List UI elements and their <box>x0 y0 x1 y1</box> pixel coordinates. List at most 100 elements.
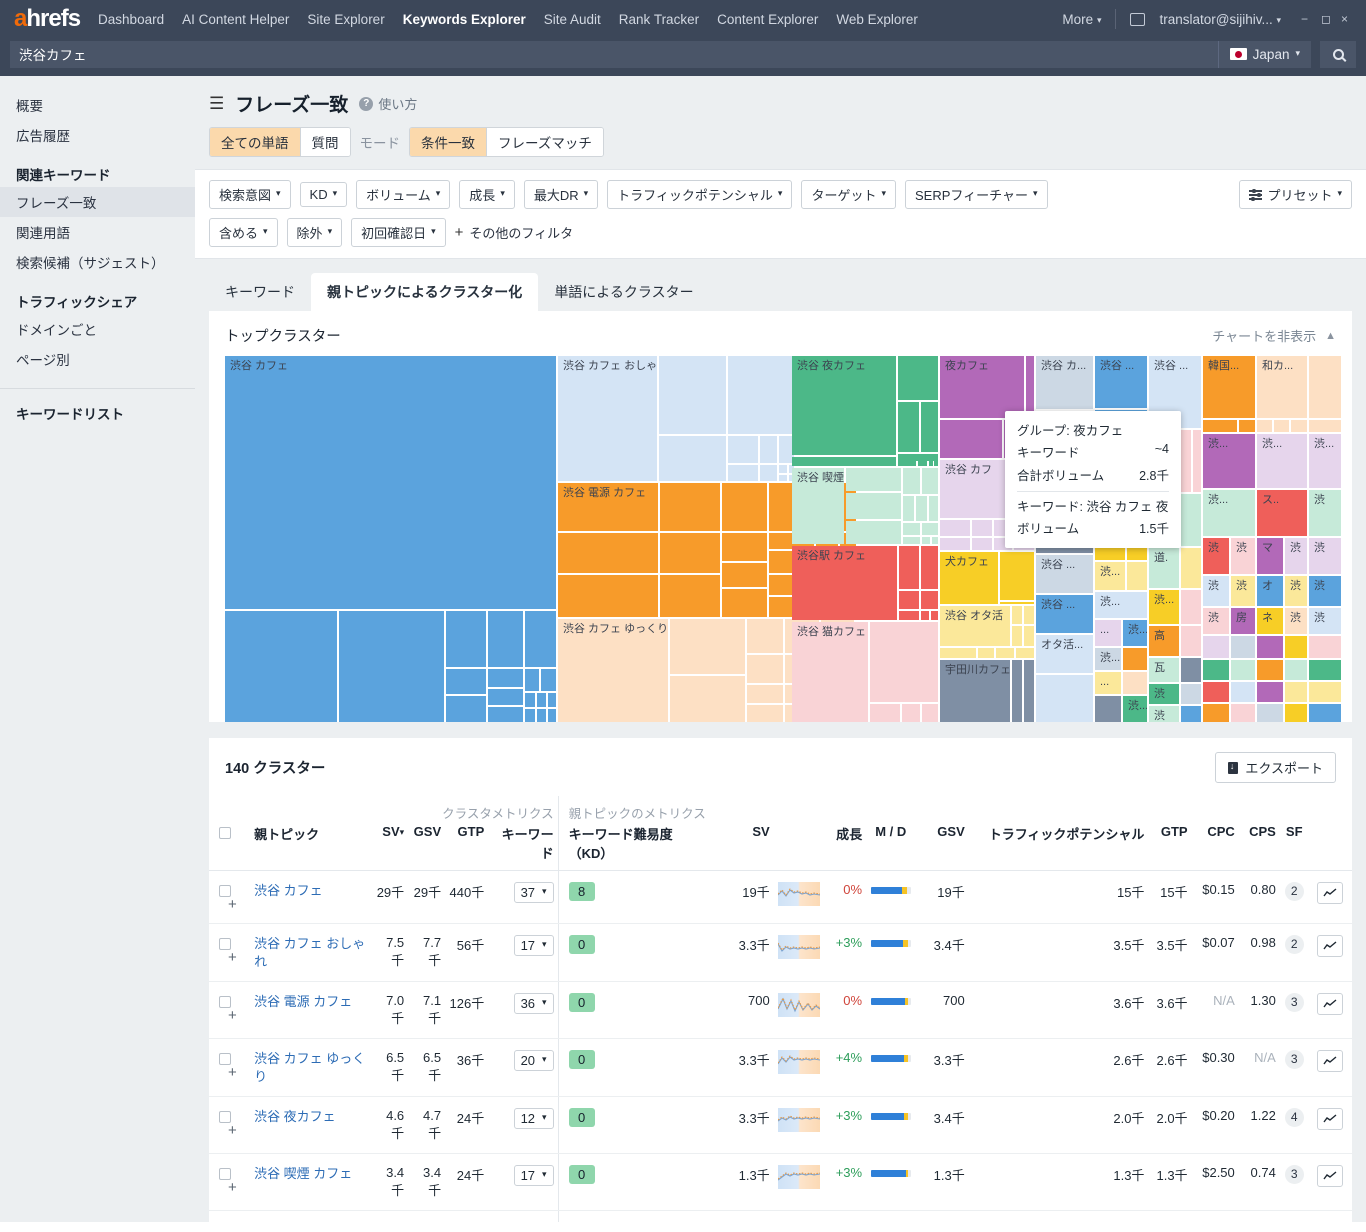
treemap-tile[interactable] <box>1231 682 1255 702</box>
treemap-tile[interactable] <box>728 356 794 434</box>
expand-row-icon[interactable]: + <box>228 1007 237 1024</box>
treemap-tile[interactable] <box>670 676 745 722</box>
treemap-tile[interactable]: 渋 <box>1231 538 1255 574</box>
treemap-tile[interactable] <box>899 611 919 620</box>
treemap-tile[interactable] <box>1181 706 1201 722</box>
treemap-tile[interactable] <box>1309 704 1341 722</box>
parent-topic-link[interactable]: 渋谷 カフェ おしゃれ <box>254 936 365 969</box>
treemap-tile[interactable] <box>870 622 938 702</box>
col-traffic-potential[interactable]: トラフィックポテンシャル <box>969 824 1149 871</box>
treemap-tile[interactable]: 渋... <box>1123 620 1147 646</box>
preset-button[interactable]: プリセット▾ <box>1239 180 1352 209</box>
treemap-tile[interactable] <box>525 669 539 691</box>
trend-button[interactable] <box>1317 993 1343 1015</box>
trend-button[interactable] <box>1317 882 1343 904</box>
treemap-tile[interactable]: 渋 <box>1309 538 1341 574</box>
treemap-tile[interactable] <box>1024 606 1034 624</box>
sidebar-item-by-page[interactable]: ページ別 <box>0 344 195 374</box>
nav-item-site-explorer[interactable]: Site Explorer <box>307 12 384 27</box>
table-row[interactable]: +渋谷 カフェ おしゃれ7.5千7.7千56千17▾03.3千+3%3.4千3.… <box>209 924 1352 982</box>
sidebar-head-keyword-lists[interactable]: キーワードリスト <box>0 389 195 426</box>
treemap-tile[interactable] <box>446 696 486 722</box>
nav-item-web-explorer[interactable]: Web Explorer <box>836 12 918 27</box>
trend-button[interactable] <box>1317 935 1343 957</box>
treemap-tile[interactable]: 渋谷 夜カフェ <box>792 356 896 455</box>
treemap-tile[interactable] <box>1231 660 1255 680</box>
treemap-tile[interactable] <box>1036 675 1093 722</box>
treemap-tile[interactable] <box>537 693 546 707</box>
filter-growth[interactable]: 成長▾ <box>459 180 515 209</box>
pill-all-words[interactable]: 全ての単語 <box>210 128 300 156</box>
minimize-icon[interactable]: − <box>1301 14 1312 25</box>
treemap-tile[interactable]: 宇田川カフェ <box>940 660 1010 722</box>
treemap-tile[interactable] <box>1309 356 1341 418</box>
col-growth[interactable]: 成長 <box>819 824 866 871</box>
treemap-tile[interactable] <box>1203 704 1229 722</box>
treemap-tile[interactable] <box>922 704 938 722</box>
treemap-tile[interactable] <box>1257 660 1283 680</box>
treemap-tile[interactable] <box>488 689 523 705</box>
treemap-tile[interactable] <box>870 704 900 722</box>
col-sf[interactable]: SF <box>1280 824 1309 871</box>
nav-item-site-audit[interactable]: Site Audit <box>544 12 601 27</box>
treemap-tile[interactable]: 渋谷駅 カフェ <box>792 546 897 620</box>
treemap-tile[interactable]: 渋... <box>1149 590 1179 624</box>
col-cps[interactable]: CPS <box>1239 824 1280 871</box>
treemap-tile[interactable]: 夜カフェ <box>940 356 1024 418</box>
trend-button[interactable] <box>1317 1050 1343 1072</box>
col-kd[interactable]: キーワード難易度（KD） <box>558 824 712 871</box>
treemap-tile[interactable] <box>722 589 767 617</box>
parent-topic-link[interactable]: 渋谷 カフェ ゆっくり <box>254 1051 365 1084</box>
treemap-tile[interactable]: 韓国... <box>1203 356 1255 418</box>
treemap-tile[interactable] <box>929 496 938 521</box>
treemap-tile[interactable] <box>1309 420 1341 432</box>
treemap-tile[interactable] <box>225 611 337 722</box>
treemap-tile[interactable] <box>940 538 970 550</box>
treemap-tile[interactable] <box>779 465 787 473</box>
treemap-tile[interactable] <box>548 693 556 707</box>
treemap-tile[interactable]: 渋谷 喫煙 カフェ <box>792 468 844 544</box>
parent-topic-link[interactable]: 渋谷 夜カフェ <box>254 1109 336 1124</box>
trend-button[interactable] <box>1317 1165 1343 1187</box>
treemap-tile[interactable]: オ <box>1257 576 1283 606</box>
treemap-tile[interactable] <box>1181 658 1201 682</box>
treemap-tile[interactable] <box>1257 682 1283 702</box>
treemap-tile[interactable] <box>1024 626 1034 646</box>
treemap-tile[interactable] <box>670 619 745 674</box>
treemap-tile[interactable] <box>525 709 535 722</box>
treemap-tile[interactable] <box>488 707 523 722</box>
treemap-tile[interactable] <box>921 546 938 589</box>
treemap-tile[interactable] <box>903 468 920 494</box>
treemap-tile[interactable] <box>728 436 758 463</box>
treemap-tile[interactable] <box>902 704 920 722</box>
expand-row-icon[interactable]: + <box>228 1179 237 1196</box>
maximize-icon[interactable]: ◻ <box>1321 14 1332 25</box>
treemap-tile[interactable] <box>1285 660 1307 680</box>
treemap-tile[interactable] <box>659 436 726 481</box>
treemap-tile[interactable]: 渋 <box>1309 576 1341 606</box>
treemap-tile[interactable] <box>525 693 535 707</box>
parent-topic-link[interactable]: 渋谷 電源 カフェ <box>254 994 352 1009</box>
nav-item-keywords-explorer[interactable]: Keywords Explorer <box>403 12 526 27</box>
treemap-tile[interactable]: 渋谷 ... <box>1036 595 1093 633</box>
treemap-tile[interactable] <box>760 465 777 481</box>
sidebar-item-ad-history[interactable]: 広告履歴 <box>0 120 195 150</box>
col-gsv[interactable]: GSV <box>408 824 445 871</box>
sidebar-item-related-terms[interactable]: 関連用語 <box>0 217 195 247</box>
treemap-tile[interactable]: 渋 <box>1309 608 1341 634</box>
treemap-tile[interactable] <box>1181 590 1201 624</box>
treemap-tile[interactable] <box>898 454 916 466</box>
treemap-tile[interactable]: 渋 <box>1285 608 1307 634</box>
treemap-tile[interactable]: 渋... <box>1203 490 1255 536</box>
treemap-tile[interactable] <box>934 454 938 466</box>
treemap-tile[interactable] <box>932 537 938 544</box>
parent-topic-link[interactable]: 渋谷 喫煙 カフェ <box>254 1166 352 1181</box>
treemap-tile[interactable] <box>747 655 783 683</box>
filter-traffic-potential[interactable]: トラフィックポテンシャル▾ <box>607 180 792 209</box>
row-checkbox[interactable] <box>219 996 231 1008</box>
treemap-tile[interactable] <box>898 402 919 452</box>
filter-kd[interactable]: KD▾ <box>300 182 348 207</box>
sidebar-item-phrase-match[interactable]: フレーズ一致 <box>0 187 195 217</box>
treemap-tile[interactable] <box>846 521 901 544</box>
pill-questions[interactable]: 質問 <box>300 128 350 156</box>
